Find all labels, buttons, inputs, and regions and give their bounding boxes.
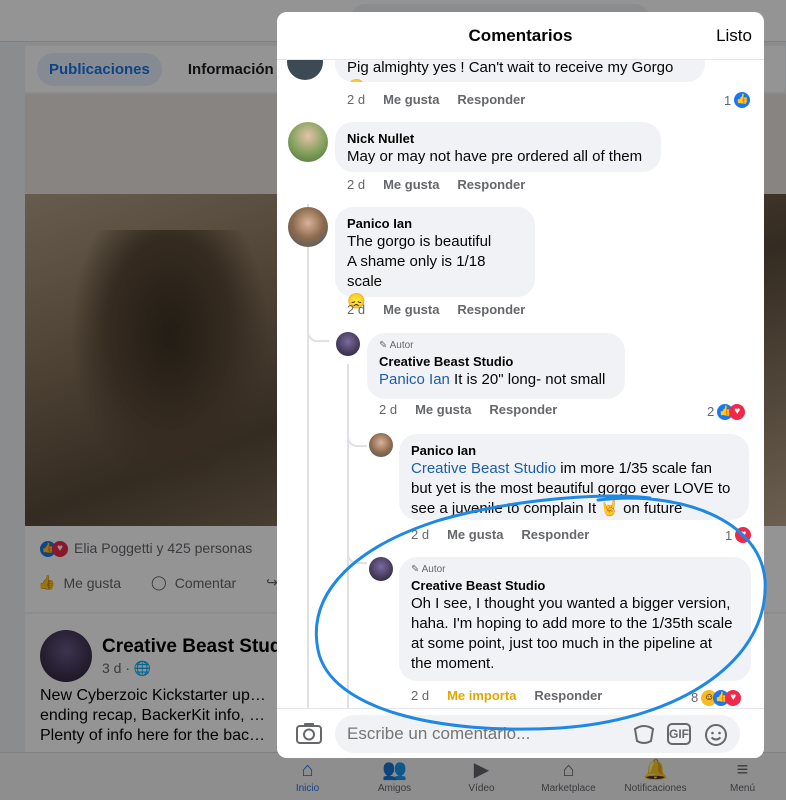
comment-line: A shame only is 1/18 scale (347, 253, 486, 290)
comment-text: Pig almighty yes ! Can't wait to receive… (347, 59, 674, 82)
comment-line: The gorgo is beautiful (347, 233, 492, 250)
modal-title: Comentarios (468, 25, 573, 45)
reaction-number: 1 (725, 527, 733, 543)
comment-actions: 2 d Me gusta Responder (379, 402, 557, 417)
comment-bubble[interactable]: ✎ Autor Creative Beast Studio Panico Ian… (367, 333, 625, 399)
reply-link[interactable]: Responder (457, 302, 525, 317)
commenter-name[interactable]: Creative Beast Studio (379, 353, 613, 370)
reply-link[interactable]: Responder (457, 177, 525, 192)
comment-line: but yet is the most beautiful gorgo ever… (411, 480, 731, 497)
comments-modal: Comentarios Listo Pig almighty yes ! Can… (277, 12, 764, 758)
comment-time: 2 d (411, 688, 430, 703)
avatar[interactable] (288, 122, 328, 162)
done-button[interactable]: Listo (716, 26, 752, 46)
avatar[interactable] (369, 557, 393, 581)
author-badge: ✎ Autor (379, 339, 613, 353)
author-label: Autor (389, 340, 414, 351)
comment-list[interactable]: Pig almighty yes ! Can't wait to receive… (277, 52, 764, 708)
modal-header: Comentarios Listo (277, 12, 764, 60)
comment-actions: 2 d Me gusta Responder (347, 92, 525, 107)
comment-bubble[interactable]: Nick Nullet May or may not have pre orde… (335, 122, 661, 172)
reply-link[interactable]: Responder (489, 402, 557, 417)
camera-icon[interactable] (295, 719, 323, 747)
comment-bubble[interactable]: Panico Ian The gorgo is beautiful A sham… (335, 207, 535, 310)
mention-link[interactable]: Panico Ian (379, 371, 450, 388)
comment-actions: 2 d Me gusta Responder (347, 302, 525, 317)
reaction-count[interactable]: 8 ☺👍 ♥ (691, 688, 742, 706)
gif-icon[interactable]: GIF (667, 723, 691, 745)
comment-actions: 2 d Me importa Responder (411, 688, 602, 703)
reaction-number: 2 (707, 403, 715, 419)
avatar[interactable] (369, 433, 393, 457)
like-link[interactable]: Me gusta (383, 177, 439, 192)
like-icon: 👍 (734, 92, 751, 108)
thread-line (347, 364, 349, 708)
comment-text: Panico Ian It is 20" long- not small (379, 370, 613, 390)
author-label: Autor (421, 564, 446, 575)
reply-link[interactable]: Responder (457, 92, 525, 107)
commenter-name[interactable]: Creative Beast Studio (411, 577, 739, 594)
avatar[interactable] (288, 207, 328, 247)
mention-link[interactable]: Creative Beast Studio (411, 460, 556, 477)
comment-line: haha. I'm hoping to add more to the 1/35… (411, 615, 733, 632)
comment-bubble[interactable]: ✎ Autor Creative Beast Studio Oh I see, … (399, 557, 751, 681)
reply-link[interactable]: Responder (534, 688, 602, 703)
comment-time: 2 d (379, 402, 398, 417)
reaction-number: 8 (691, 689, 699, 705)
author-badge: ✎ Autor (411, 563, 739, 577)
comment-actions: 2 d Me gusta Responder (411, 527, 589, 542)
comment-line: Creative Beast Studio im more 1/35 scale… (411, 459, 737, 479)
love-icon: ♥ (729, 404, 746, 420)
comment-text: May or may not have pre ordered all of t… (347, 148, 643, 165)
avatar[interactable] (336, 332, 360, 356)
reaction-count[interactable]: 1 👍 (724, 92, 751, 108)
comment-line: the moment. (411, 655, 495, 672)
comment-body: It is 20" long- not small (449, 371, 606, 388)
reply-connector (307, 322, 329, 342)
like-link[interactable]: Me gusta (415, 402, 471, 417)
emoji-icon[interactable] (704, 723, 728, 746)
comment-bubble[interactable]: Panico Ian Creative Beast Studio im more… (399, 434, 749, 520)
reaction-number: 1 (724, 92, 732, 108)
reaction-count[interactable]: 1 ♥ (725, 527, 752, 543)
reply-link[interactable]: Responder (521, 527, 589, 542)
comment-time: 2 d (347, 302, 366, 317)
care-link[interactable]: Me importa (447, 688, 516, 703)
comment-time: 2 d (347, 92, 366, 107)
love-icon: ♥ (735, 527, 752, 543)
reply-connector (347, 427, 367, 447)
comment-composer: GIF (277, 708, 764, 758)
like-link[interactable]: Me gusta (447, 527, 503, 542)
comment-line: Oh I see, I thought you wanted a bigger … (411, 595, 731, 612)
comment-body: im more 1/35 scale fan (556, 460, 712, 477)
reaction-count[interactable]: 2 👍 ♥ (707, 402, 746, 420)
love-icon: ♥ (725, 690, 742, 706)
comment-line: at some point, just too much in the pipe… (411, 635, 713, 652)
commenter-name[interactable]: Panico Ian (347, 215, 523, 232)
like-link[interactable]: Me gusta (383, 92, 439, 107)
comment-line: see a juvenile to complain It 🤘 on futur… (411, 500, 683, 517)
commenter-name[interactable]: Nick Nullet (347, 130, 649, 147)
comment-actions: 2 d Me gusta Responder (347, 177, 525, 192)
pencil-icon: ✎ (411, 564, 422, 575)
avatar-sticker-icon[interactable] (632, 723, 656, 745)
thread-line (307, 204, 309, 708)
commenter-name[interactable]: Panico Ian (411, 442, 737, 459)
pencil-icon: ✎ (379, 340, 390, 351)
comment-time: 2 d (411, 527, 430, 542)
reply-connector (347, 542, 367, 564)
comment-time: 2 d (347, 177, 366, 192)
like-link[interactable]: Me gusta (383, 302, 439, 317)
